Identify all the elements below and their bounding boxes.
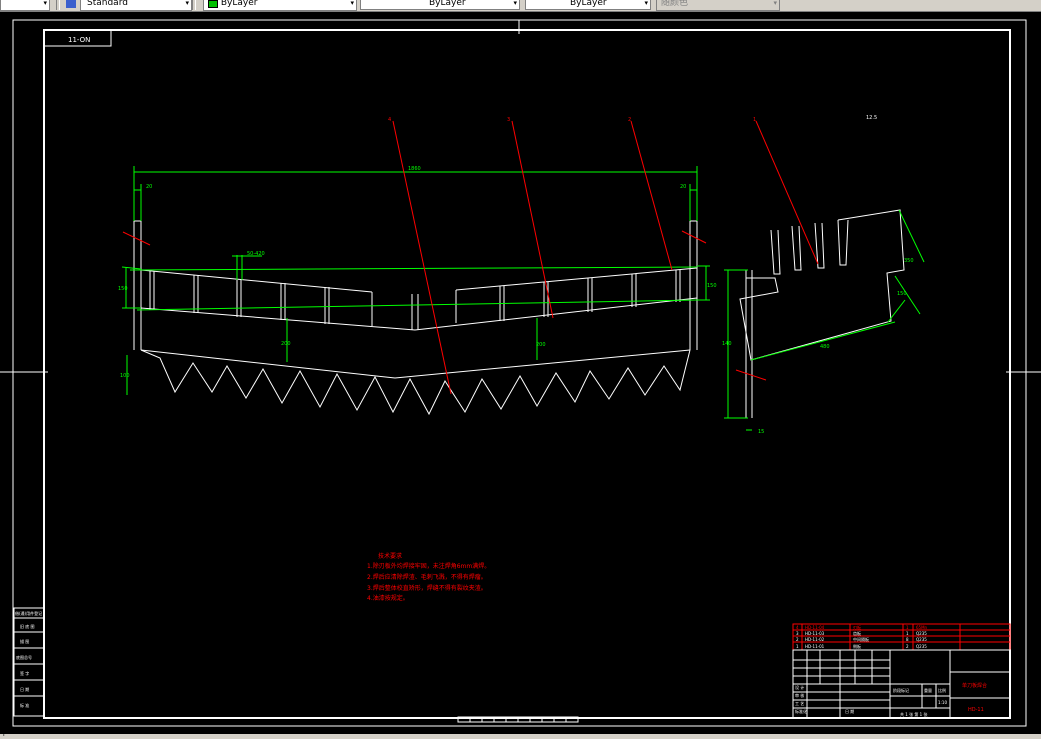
svg-text:4.油漆按规定。: 4.油漆按规定。: [367, 594, 409, 602]
drawing-svg: 11-ON 1860 20 20 50-420 150 150 100 200 …: [0, 19, 1041, 727]
svg-text:2: 2: [796, 637, 799, 642]
svg-text:200: 200: [536, 342, 546, 348]
svg-text:重量: 重量: [924, 687, 932, 693]
svg-text:65Mn: 65Mn: [916, 625, 928, 630]
svg-text:1.除刃板外均焊接牢固，未注焊角6mm满焊。: 1.除刃板外均焊接牢固，未注焊角6mm满焊。: [367, 562, 490, 570]
text-style-combo-prev[interactable]: ▾: [0, 0, 50, 11]
svg-text:12.5: 12.5: [866, 115, 877, 121]
chevron-down-icon: ▾: [43, 0, 47, 7]
svg-text:HD-11: HD-11: [968, 707, 984, 713]
svg-text:140: 140: [722, 341, 732, 347]
svg-text:HD-11-02: HD-11-02: [805, 637, 825, 642]
svg-text:20: 20: [146, 184, 152, 190]
svg-text:技术要求: 技术要求: [378, 552, 402, 560]
plot-style-combo[interactable]: 随颜色 ▾: [656, 0, 780, 11]
svg-text:1: 1: [906, 631, 909, 636]
svg-text:4: 4: [796, 625, 799, 630]
svg-text:阶段标记: 阶段标记: [893, 687, 909, 693]
svg-text:日 期: 日 期: [845, 708, 854, 714]
toolbar-separator: [56, 0, 60, 10]
callout-leaders: [122, 120, 819, 395]
svg-text:审 核: 审 核: [795, 692, 804, 698]
svg-text:借(通)用件登记: 借(通)用件登记: [15, 610, 42, 616]
svg-text:1860: 1860: [408, 166, 421, 172]
title-block-parts: 4 HD-11-04 刃板 1 65Mn 3 HD-11-03 齿板 1 Q23…: [796, 624, 928, 649]
chevron-down-icon: ▾: [644, 0, 648, 7]
text-style-icon: [66, 0, 76, 8]
side-view: [739, 209, 905, 418]
properties-toolbar: ▾ Standard ▾ ByLayer ▾ ByLayer ▾ ByLayer ▾ 随…: [0, 0, 1041, 12]
svg-text:2: 2: [628, 117, 631, 123]
chevron-down-icon: ▾: [513, 0, 517, 7]
svg-text:2.焊后应清除焊渣、毛刺飞溅，不得有焊瘤。: 2.焊后应清除焊渣、毛刺飞溅，不得有焊瘤。: [367, 573, 487, 581]
main-view: [133, 220, 698, 416]
chevron-down-icon: ▾: [773, 0, 777, 7]
svg-text:工 艺: 工 艺: [795, 701, 804, 706]
svg-text:Q235: Q235: [916, 637, 927, 642]
svg-text:150: 150: [897, 291, 907, 297]
dimension-text: 1860 20 20 50-420 150 150 100 200 200: [118, 166, 717, 379]
svg-text:Q235: Q235: [916, 631, 927, 636]
svg-text:描 图: 描 图: [20, 638, 29, 644]
lineweight-control-combo[interactable]: ByLayer ▾: [525, 0, 651, 10]
svg-text:签 字: 签 字: [20, 670, 29, 676]
svg-text:HD-11-01: HD-11-01: [805, 644, 825, 649]
svg-text:日 期: 日 期: [20, 686, 29, 692]
svg-text:单刀板焊合: 单刀板焊合: [962, 682, 987, 689]
svg-text:1:10: 1:10: [938, 700, 947, 705]
color-control-combo[interactable]: ByLayer ▾: [203, 0, 357, 11]
title-block: [792, 623, 1011, 719]
svg-text:刃板: 刃板: [853, 624, 861, 630]
svg-text:20: 20: [680, 184, 686, 190]
svg-text:旧 底 图: 旧 底 图: [20, 623, 35, 629]
status-strip: Y: [0, 731, 1041, 739]
svg-text:共 1 张 第 1 张: 共 1 张 第 1 张: [900, 711, 927, 717]
side-dimensions: [724, 209, 925, 431]
svg-text:侧板: 侧板: [853, 643, 861, 649]
svg-text:3: 3: [507, 117, 510, 123]
chevron-down-icon: ▾: [350, 0, 354, 7]
svg-text:1: 1: [796, 644, 799, 649]
svg-text:2: 2: [906, 644, 909, 649]
color-swatch-icon: [208, 0, 218, 8]
inner-frame: [43, 29, 1011, 719]
svg-text:1: 1: [906, 625, 909, 630]
svg-text:350: 350: [904, 258, 914, 264]
callout-labels: 4 3 2 1: [388, 117, 756, 123]
corner-tag: 11-ON: [68, 36, 90, 44]
dimensions: [121, 166, 710, 395]
svg-text:设 计: 设 计: [795, 684, 804, 690]
svg-text:150: 150: [707, 283, 717, 289]
svg-text:底图总号: 底图总号: [16, 654, 32, 660]
svg-text:中间隔板: 中间隔板: [853, 636, 869, 642]
svg-text:3.焊后整体校直矫形，焊缝不得有裂纹夹渣。: 3.焊后整体校直矫形，焊缝不得有裂纹夹渣。: [367, 584, 487, 592]
svg-text:15: 15: [758, 429, 764, 435]
text-style-combo[interactable]: Standard ▾: [80, 0, 192, 11]
svg-text:480: 480: [820, 344, 830, 350]
svg-text:4: 4: [388, 117, 391, 123]
svg-text:标 准: 标 准: [20, 702, 29, 708]
technical-notes: 技术要求 1.除刃板外均焊接牢固，未注焊角6mm满焊。 2.焊后应清除焊渣、毛刺…: [367, 552, 490, 602]
svg-text:100: 100: [120, 373, 130, 379]
chevron-down-icon: ▾: [185, 0, 189, 7]
linetype-control-combo[interactable]: ByLayer ▾: [360, 0, 520, 10]
svg-text:Q235: Q235: [916, 644, 927, 649]
ucs-label: Y: [2, 731, 6, 738]
svg-text:150: 150: [118, 286, 128, 292]
svg-text:比例: 比例: [938, 687, 946, 693]
toolbar-separator: [192, 0, 196, 10]
svg-text:标准化: 标准化: [795, 708, 807, 714]
svg-text:200: 200: [281, 341, 291, 347]
svg-text:HD-11-03: HD-11-03: [805, 631, 825, 636]
svg-text:1: 1: [753, 117, 756, 123]
svg-text:3: 3: [796, 631, 799, 636]
svg-text:50-420: 50-420: [247, 251, 265, 257]
drawing-canvas[interactable]: 11-ON 1860 20 20 50-420 150 150 100 200 …: [0, 12, 1041, 739]
outer-frame: [12, 19, 1027, 727]
svg-text:HD-11-04: HD-11-04: [805, 625, 825, 630]
svg-text:齿板: 齿板: [853, 630, 861, 636]
svg-text:8: 8: [906, 637, 909, 642]
